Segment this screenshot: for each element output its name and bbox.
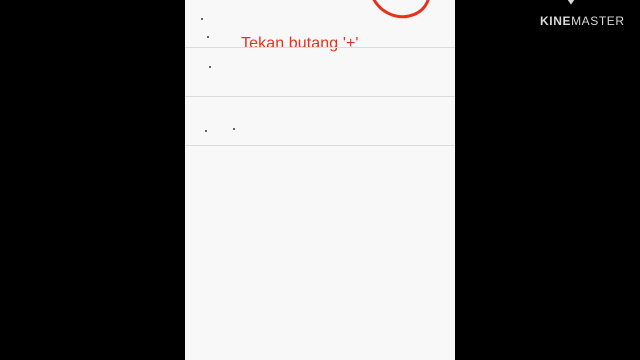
highlight-circle [372,0,430,19]
list-divider [185,47,455,48]
instruction-annotation: Tekan butang '+' [241,35,359,52]
video-frame: Tekan butang '+' KINEMASTER [0,0,640,360]
watermark-prefix: KINE [540,14,572,28]
phone-screen: Tekan butang '+' [185,0,455,360]
artifact-speck [205,130,207,132]
kinemaster-watermark: KINEMASTER [540,14,625,28]
artifact-speck [207,36,209,38]
artifact-speck [209,66,211,68]
artifact-speck [233,128,235,130]
list-divider [185,96,455,97]
kinemaster-logo-icon [567,0,575,5]
watermark-suffix: MASTER [571,14,625,28]
artifact-speck [201,18,203,20]
list-divider [185,145,455,146]
